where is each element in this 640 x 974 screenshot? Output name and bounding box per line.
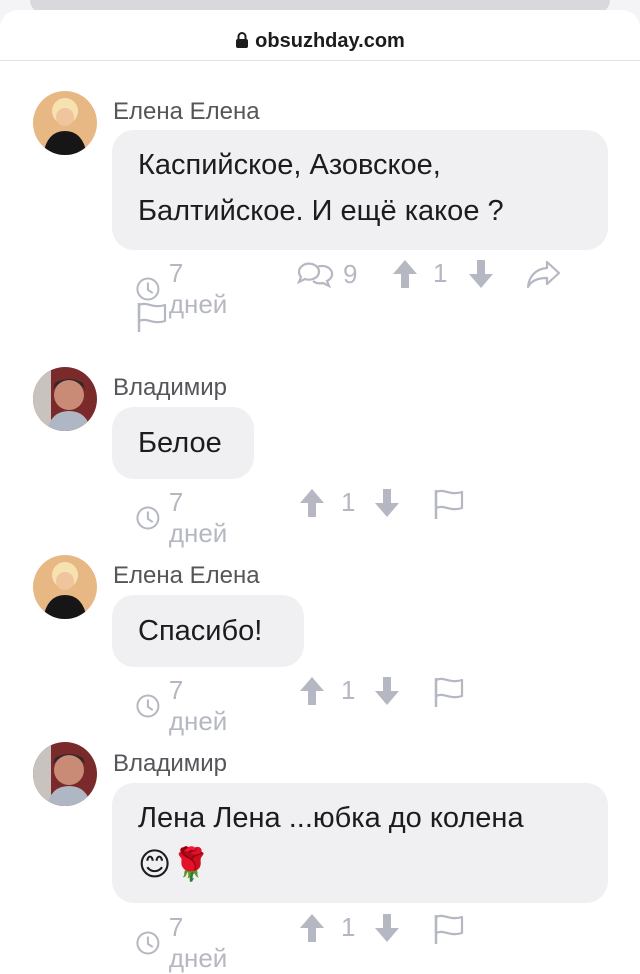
comment-bubble: Белое <box>112 407 254 479</box>
time-label: 7 дней <box>168 487 228 548</box>
replies-count: 9 <box>343 258 358 289</box>
flag-icon <box>137 302 167 332</box>
flag-button[interactable] <box>432 912 466 946</box>
vote-count: 1 <box>341 912 355 943</box>
vote-count: 1 <box>341 487 355 518</box>
vote-count: 1 <box>341 675 355 706</box>
arrow-down-icon <box>375 677 399 705</box>
share-button[interactable] <box>525 258 563 290</box>
comment-author[interactable]: Елена Елена <box>113 562 260 590</box>
vote-count-value: 1 <box>341 675 356 705</box>
time: 7 дней <box>135 912 234 974</box>
avatar[interactable] <box>33 742 97 806</box>
comment-text-line: Каспийское, Азовское, <box>138 149 441 181</box>
clock-icon <box>136 506 160 530</box>
avatar[interactable] <box>33 367 97 431</box>
vote-count-value: 1 <box>341 487 356 517</box>
url-text: obsuzhday.com <box>255 30 405 52</box>
time: 7 дней <box>135 487 234 549</box>
comment-author[interactable]: Владимир <box>113 750 227 778</box>
flag-button[interactable] <box>135 300 169 334</box>
browser-topbar: obsuzhday.com <box>0 0 640 61</box>
arrow-down-icon <box>375 914 399 942</box>
arrow-up-icon <box>393 260 417 288</box>
arrow-up-icon <box>300 914 324 942</box>
comment-bubble: Спасибо! <box>112 595 304 667</box>
comment-text-line: Лена Лена ...юбка до колена <box>138 802 524 834</box>
time-label: 7 дней <box>168 258 228 319</box>
arrow-up-icon <box>300 489 324 517</box>
flag-button[interactable] <box>432 675 466 709</box>
address-bar[interactable]: obsuzhday.com <box>0 30 640 55</box>
downvote-button[interactable] <box>467 258 495 290</box>
arrow-down-icon <box>469 260 493 288</box>
comment-author[interactable]: Владимир <box>113 374 227 402</box>
comment-text-line: Балтийское. И ещё какое ? <box>138 195 504 227</box>
flag-button[interactable] <box>432 487 466 521</box>
avatar[interactable] <box>33 91 97 155</box>
comment-emoji-line: 😊🌹 <box>138 846 212 882</box>
avatar[interactable] <box>33 555 97 619</box>
clock-icon <box>136 931 160 955</box>
arrow-down-icon <box>375 489 399 517</box>
upvote-button[interactable] <box>391 258 419 290</box>
flag-icon <box>434 914 464 944</box>
comment-text-line: Белое <box>138 427 222 459</box>
upvote-button[interactable] <box>298 487 326 519</box>
arrow-up-icon <box>300 677 324 705</box>
vote-count-value: 1 <box>433 258 448 288</box>
replies-button[interactable]: 9 <box>295 258 357 290</box>
speech-bubbles-icon <box>296 262 334 289</box>
comment-bubble: Каспийское, Азовское, Балтийское. И ещё … <box>112 130 608 250</box>
lock-icon <box>235 31 249 55</box>
time-label: 7 дней <box>168 912 228 973</box>
clock-icon <box>136 694 160 718</box>
vote-count: 1 <box>433 258 447 289</box>
comment-author[interactable]: Елена Елена <box>113 98 260 126</box>
flag-icon <box>434 489 464 519</box>
share-icon <box>526 260 561 289</box>
downvote-button[interactable] <box>373 487 401 519</box>
time: 7 дней <box>135 675 234 737</box>
vote-count-value: 1 <box>341 912 356 942</box>
upvote-button[interactable] <box>298 912 326 944</box>
time-label: 7 дней <box>168 675 228 736</box>
comment-text-line: Спасибо! <box>138 615 263 647</box>
downvote-button[interactable] <box>373 912 401 944</box>
comment-bubble: Лена Лена ...юбка до колена 😊🌹 <box>112 783 608 903</box>
downvote-button[interactable] <box>373 675 401 707</box>
flag-icon <box>434 677 464 707</box>
upvote-button[interactable] <box>298 675 326 707</box>
